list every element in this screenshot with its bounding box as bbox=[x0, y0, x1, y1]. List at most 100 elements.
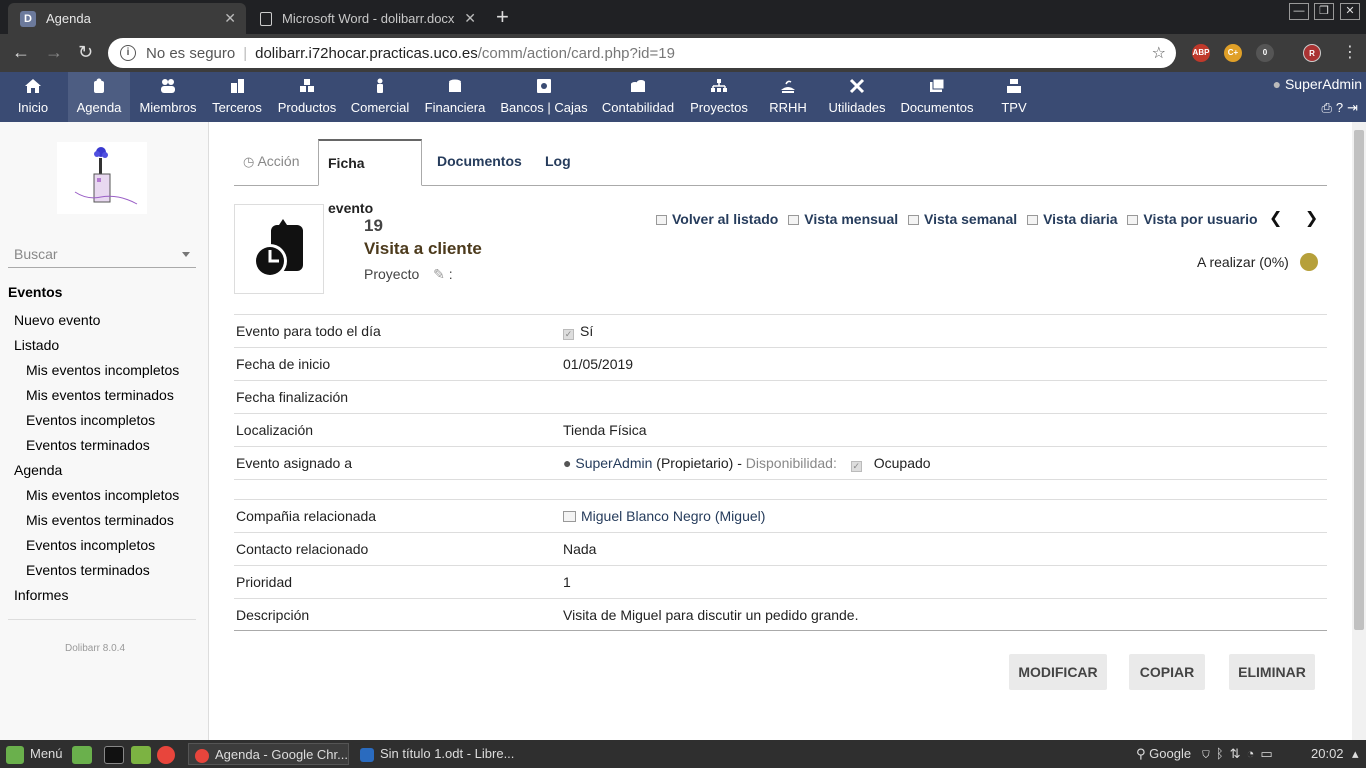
cubes-icon bbox=[300, 79, 314, 92]
info-icon[interactable]: i bbox=[120, 45, 136, 61]
adblock-icon[interactable]: ABP bbox=[1192, 44, 1210, 62]
battery-icon[interactable]: ▭ bbox=[1260, 746, 1278, 761]
separator: | bbox=[243, 44, 248, 62]
browser-tab-word[interactable]: Microsoft Word - dolibarr.docx ✕ bbox=[248, 3, 486, 34]
tab-ficha-evento[interactable]: Ficha evento bbox=[318, 139, 422, 216]
print-icon[interactable]: ⎙ bbox=[1321, 100, 1335, 115]
show-desktop-button[interactable] bbox=[72, 743, 98, 765]
extension-badge-icon[interactable]: 0 bbox=[1256, 44, 1274, 62]
weekly-view-link[interactable]: Vista semanal bbox=[908, 211, 1017, 227]
assigned-user-link[interactable]: SuperAdmin bbox=[575, 455, 652, 471]
browser-tab-agenda[interactable]: D Agenda ✕ bbox=[8, 3, 246, 34]
menu-bancos-cajas[interactable]: Bancos | Cajas bbox=[496, 72, 592, 122]
menu-contabilidad[interactable]: Contabilidad bbox=[598, 72, 678, 122]
user-icon: ● bbox=[1272, 76, 1282, 92]
left-menu-item[interactable]: Agenda bbox=[8, 461, 196, 486]
cplus-extension-icon[interactable]: C+ bbox=[1224, 44, 1242, 62]
tab-accion[interactable]: ◷ Acción bbox=[234, 139, 312, 186]
shield-icon[interactable]: ⛉ bbox=[1202, 746, 1216, 761]
sitemap-icon bbox=[711, 79, 727, 92]
left-menu-item[interactable]: Mis eventos terminados bbox=[8, 511, 196, 536]
by-user-view-link[interactable]: Vista por usuario bbox=[1127, 211, 1258, 227]
left-menu-item[interactable]: Eventos terminados bbox=[8, 561, 196, 586]
left-menu-item[interactable]: Eventos incompletos bbox=[8, 536, 196, 561]
new-tab-button[interactable]: + bbox=[496, 6, 509, 28]
delete-button[interactable]: ELIMINAR bbox=[1229, 654, 1315, 690]
back-to-list-link[interactable]: Volver al listado bbox=[656, 211, 778, 227]
daily-view-link[interactable]: Vista diaria bbox=[1027, 211, 1118, 227]
menu-utilidades[interactable]: Utilidades bbox=[824, 72, 890, 122]
next-record-icon[interactable]: ❯ bbox=[1305, 210, 1318, 227]
left-menu-item[interactable]: Eventos incompletos bbox=[8, 411, 196, 436]
files-launcher[interactable] bbox=[131, 743, 157, 765]
left-menu-item[interactable]: Mis eventos terminados bbox=[8, 386, 196, 411]
left-menu-item[interactable]: Listado bbox=[8, 336, 196, 361]
event-ref: 19 bbox=[364, 216, 383, 235]
start-menu-button[interactable]: Menú bbox=[6, 743, 63, 765]
page-scrollbar[interactable] bbox=[1352, 122, 1366, 740]
field-contact: Contacto relacionado Nada bbox=[234, 532, 1327, 565]
search-placeholder: Buscar bbox=[14, 246, 58, 262]
clock[interactable]: 20:02 bbox=[1311, 743, 1344, 765]
left-menu-item[interactable]: Eventos terminados bbox=[8, 436, 196, 461]
pencil-icon[interactable]: ✎ bbox=[433, 266, 445, 282]
logout-icon[interactable]: ⇥ bbox=[1347, 100, 1362, 115]
reload-icon[interactable]: ↻ bbox=[78, 42, 93, 63]
close-tab-icon[interactable]: ✕ bbox=[464, 10, 476, 27]
menu-proyectos[interactable]: Proyectos bbox=[686, 72, 752, 122]
chrome-launcher[interactable] bbox=[157, 743, 181, 765]
menu-tpv[interactable]: TPV bbox=[994, 72, 1034, 122]
browser-tab-bar: D Agenda ✕ Microsoft Word - dolibarr.doc… bbox=[0, 0, 1366, 34]
wifi-icon[interactable]: ◔ bbox=[1247, 746, 1261, 761]
view-links: Volver al listado Vista mensual Vista se… bbox=[656, 211, 1264, 227]
company-link[interactable]: Miguel Blanco Negro (Miguel) bbox=[581, 508, 765, 524]
terminal-launcher[interactable] bbox=[104, 743, 130, 765]
writer-icon bbox=[360, 747, 374, 762]
notifications-icon[interactable]: ▴ bbox=[1352, 743, 1359, 765]
left-menu-item[interactable]: Mis eventos incompletos bbox=[8, 486, 196, 511]
menu-rrhh[interactable]: RRHH bbox=[762, 72, 814, 122]
monthly-view-link[interactable]: Vista mensual bbox=[788, 211, 898, 227]
menu-terceros[interactable]: Terceros bbox=[208, 72, 266, 122]
network-icon[interactable]: ⇅ bbox=[1230, 746, 1247, 761]
modify-button[interactable]: MODIFICAR bbox=[1009, 654, 1107, 690]
scrollbar-thumb[interactable] bbox=[1354, 130, 1364, 630]
copy-button[interactable]: COPIAR bbox=[1129, 654, 1205, 690]
browser-menu-icon[interactable]: ⋮ bbox=[1342, 42, 1358, 62]
close-window-icon[interactable]: ✕ bbox=[1340, 3, 1360, 20]
left-menu-item[interactable]: Mis eventos incompletos bbox=[8, 361, 196, 386]
restore-icon[interactable]: ❐ bbox=[1314, 3, 1334, 20]
user-icon: ● bbox=[563, 455, 572, 471]
back-icon[interactable]: ← bbox=[12, 42, 30, 63]
left-menu-item[interactable]: Nuevo evento bbox=[8, 311, 196, 336]
menu-documentos[interactable]: Documentos bbox=[898, 72, 976, 122]
help-icon[interactable]: ? bbox=[1336, 100, 1347, 115]
bookmark-star-icon[interactable]: ☆ bbox=[1152, 43, 1166, 63]
menu-inicio[interactable]: Inicio bbox=[10, 72, 56, 122]
tab-documentos[interactable]: Documentos bbox=[428, 139, 528, 186]
profile-avatar[interactable]: R bbox=[1303, 44, 1321, 62]
url-host: dolibarr.i72hocar.practicas.uco.es bbox=[255, 44, 478, 62]
search-applet[interactable]: ⚲ Google bbox=[1136, 743, 1191, 765]
menu-financiera[interactable]: Financiera bbox=[420, 72, 490, 122]
forward-icon[interactable]: → bbox=[45, 42, 63, 63]
menu-comercial[interactable]: Comercial bbox=[348, 72, 412, 122]
field-description: Descripción Visita de Miguel para discut… bbox=[234, 598, 1327, 631]
search-select[interactable]: Buscar bbox=[8, 244, 196, 268]
bluetooth-icon[interactable]: ᛒ bbox=[1216, 746, 1230, 761]
calendar-user-icon bbox=[1127, 215, 1139, 225]
close-tab-icon[interactable]: ✕ bbox=[224, 10, 236, 27]
user-menu[interactable]: ● SuperAdmin bbox=[1273, 76, 1362, 92]
taskbar-window-writer[interactable]: Sin título 1.odt - Libre... bbox=[356, 743, 514, 765]
menu-productos[interactable]: Productos bbox=[274, 72, 340, 122]
taskbar-window-chrome[interactable]: Agenda - Google Chr... bbox=[188, 743, 349, 765]
menu-agenda[interactable]: Agenda bbox=[68, 72, 130, 122]
left-menu-item[interactable]: Eventos bbox=[8, 282, 196, 311]
menu-miembros[interactable]: Miembros bbox=[136, 72, 200, 122]
previous-record-icon[interactable]: ❮ bbox=[1269, 210, 1282, 227]
company-logo[interactable] bbox=[57, 142, 147, 214]
minimize-icon[interactable]: — bbox=[1289, 3, 1309, 20]
address-bar[interactable]: i No es seguro | dolibarr.i72hocar.pract… bbox=[108, 38, 1176, 68]
tab-log[interactable]: Log bbox=[536, 139, 580, 186]
left-menu-item[interactable]: Informes bbox=[8, 586, 196, 611]
